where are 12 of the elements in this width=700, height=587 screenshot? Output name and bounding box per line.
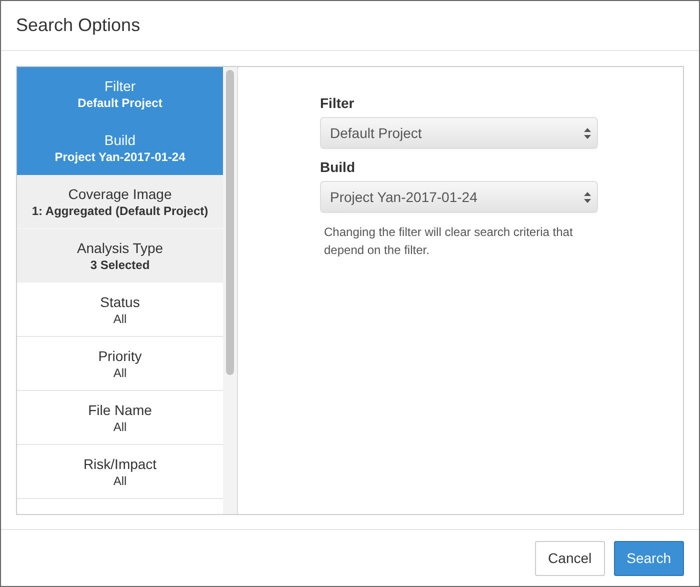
sidebar-item[interactable]: Analysis Type 3 Selected [17, 229, 223, 283]
up-down-arrows-icon [584, 192, 591, 202]
window-title: Search Options [16, 15, 140, 36]
field-label: Filter [320, 95, 356, 111]
sidebar-item[interactable]: Coverage Image 1: Aggregated (Default Project) [17, 175, 223, 229]
up-down-arrows-icon [584, 128, 591, 138]
select-field[interactable]: Project Yan-2017-01-24 [320, 181, 598, 213]
help-text: Changing the filter will clear search criteria that depend on the filter. [324, 224, 574, 259]
scrollbar-thumb[interactable] [226, 70, 234, 375]
field-label: Build [320, 159, 356, 175]
select-field[interactable]: Default Project [320, 117, 598, 149]
cancel-button[interactable]: Cancel [535, 540, 605, 576]
